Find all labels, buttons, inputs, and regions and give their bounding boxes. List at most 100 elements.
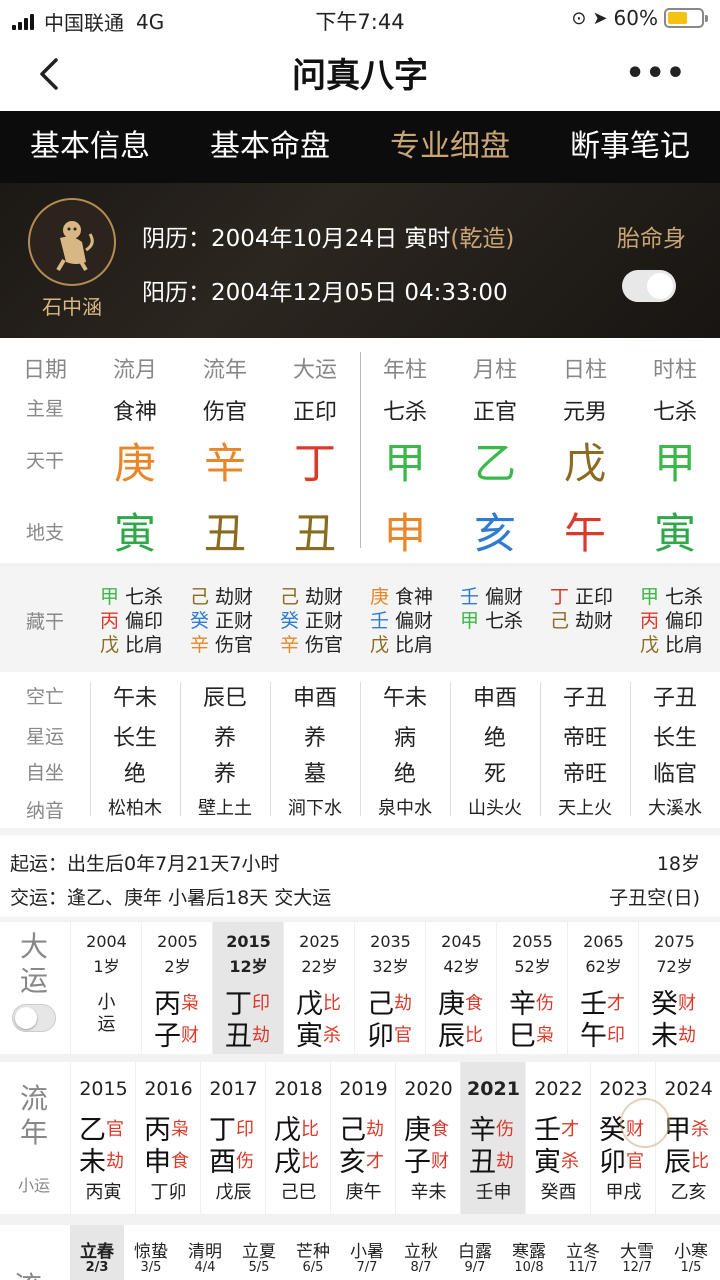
jieqi-item[interactable]: 大雪 12/7 xyxy=(610,1225,664,1280)
canggan-col: 己劫财癸正财辛伤官 xyxy=(190,585,280,657)
dayun-toggle[interactable] xyxy=(12,1004,56,1032)
pillar-gan[interactable]: 辛 xyxy=(180,430,270,491)
gan-shishen: 才 xyxy=(561,1119,579,1140)
jieqi-item[interactable]: 立春 2/3 xyxy=(70,1225,124,1280)
liunian-gan: 辛伤 xyxy=(469,1108,529,1146)
jieqi-item[interactable]: 小寒 1/5 xyxy=(664,1225,718,1280)
jieqi-name: 立春 xyxy=(80,1242,114,1262)
info-table: 空亡 午未 辰巳 申酉 午未 申酉 子丑 子丑 星运 长生养养病绝帝旺 长生 自坐绝养墓绝死帝旺 临官纳… xyxy=(0,672,720,828)
tab-basic-chart[interactable]: 基本命盘 xyxy=(180,111,360,183)
avatar[interactable] xyxy=(28,198,116,286)
jieqi-item[interactable]: 白露 9/7 xyxy=(448,1225,502,1280)
jieqi-name: 白露 xyxy=(458,1242,492,1262)
jieqi-item[interactable]: 清明 4/4 xyxy=(178,1225,232,1280)
pillar-gan[interactable]: 乙 xyxy=(450,430,540,491)
dayun-item[interactable]: 2055 52岁 辛伤 巳枭 xyxy=(496,922,567,1054)
jieqi-item[interactable]: 立秋 8/7 xyxy=(394,1225,448,1280)
canggan-star: 比肩 xyxy=(125,634,164,656)
dayun-item[interactable]: 2025 22岁 戊比 寅杀 xyxy=(283,922,354,1054)
dayun-item[interactable]: 2045 42岁 庚食 辰比 xyxy=(425,922,496,1054)
pillar-zhi[interactable]: 丑 xyxy=(180,500,270,561)
canggan-star: 七杀 xyxy=(125,586,164,608)
watermark-icon xyxy=(620,1098,670,1148)
more-icon[interactable]: ••• xyxy=(625,56,686,91)
jieqi-item[interactable]: 小暑 7/7 xyxy=(340,1225,394,1280)
canggan-gan: 丙 xyxy=(640,610,660,632)
pillar-zhi[interactable]: 寅 xyxy=(90,500,180,561)
row-label-tiangan: 天干 xyxy=(25,450,64,472)
liunian-item[interactable]: 2021 辛伤 丑劫 壬申 xyxy=(460,1062,525,1214)
pillar-zhi[interactable]: 丑 xyxy=(270,500,360,561)
dayun-item[interactable]: 2005 2岁 丙枭 子财 xyxy=(141,922,212,1054)
canggan-star: 劫财 xyxy=(305,586,344,608)
liunian-zhi: 申食 xyxy=(144,1140,204,1178)
jieqi-name: 寒露 xyxy=(512,1242,546,1262)
liunian-zhi: 未劫 xyxy=(79,1140,139,1178)
info-label: 空亡 xyxy=(25,686,64,708)
info-label: 纳音 xyxy=(25,800,64,822)
info-value: 申酉 xyxy=(292,686,337,711)
canggan-star: 伤官 xyxy=(215,634,254,656)
pillar-zhi[interactable]: 午 xyxy=(540,500,630,561)
solar-date-row: 阳历：2004年12月05日 04:33:00 xyxy=(142,273,508,307)
tab-pro-chart[interactable]: 专业细盘 xyxy=(360,111,540,183)
liunian-item[interactable]: 2022 壬才 寅杀 癸酉 xyxy=(525,1062,590,1214)
dayun-item[interactable]: 2004 1岁 小运 xyxy=(70,922,141,1054)
liunian-year: 2019 xyxy=(339,1078,388,1100)
canggan-star: 偏印 xyxy=(125,610,164,632)
liunian-item[interactable]: 2019 己劫 亥才 庚午 xyxy=(330,1062,395,1214)
pillar-zhi[interactable]: 申 xyxy=(360,500,450,561)
canggan-gan: 己 xyxy=(550,610,570,632)
dayun-item[interactable]: 2015 12岁 丁印 丑劫 xyxy=(212,922,283,1054)
jieqi-item[interactable]: 惊蛰 3/5 xyxy=(124,1225,178,1280)
pillar-zhi[interactable]: 亥 xyxy=(450,500,540,561)
canggan-gan: 己 xyxy=(280,586,300,608)
liunian-item[interactable]: 2015 乙官 未劫 丙寅 xyxy=(70,1062,135,1214)
canggan-gan: 己 xyxy=(190,586,210,608)
info-value: 死 xyxy=(483,762,506,787)
pillar-gan[interactable]: 庚 xyxy=(90,430,180,491)
pillar-gan[interactable]: 甲 xyxy=(360,430,450,491)
header-toggle[interactable] xyxy=(622,270,676,302)
dayun-gan: 壬才 xyxy=(580,982,640,1020)
pillar-gan[interactable]: 戊 xyxy=(540,430,630,491)
xiaoyun-label: 小运 xyxy=(17,1176,50,1195)
pillar-star: 七杀 xyxy=(652,400,697,425)
taiming-link[interactable]: 胎命身 xyxy=(617,219,686,253)
zhi-char: 申 xyxy=(144,1147,171,1178)
canggan-gan: 戊 xyxy=(370,634,390,656)
dayun-item[interactable]: 2075 72岁 癸财 未劫 xyxy=(638,922,709,1054)
divider xyxy=(360,682,361,816)
canggan-gan: 戊 xyxy=(100,634,120,656)
canggan-col: 甲七杀丙偏印戊比肩 xyxy=(640,585,720,657)
zhi-char: 寅 xyxy=(296,1021,323,1052)
liunian-item[interactable]: 2018 戊比 戌比 己巳 xyxy=(265,1062,330,1214)
jieqi-item[interactable]: 立冬 11/7 xyxy=(556,1225,610,1280)
jieqi-item[interactable]: 立夏 5/5 xyxy=(232,1225,286,1280)
gan-shishen: 官 xyxy=(106,1119,124,1140)
jieqi-item[interactable]: 寒露 10/8 xyxy=(502,1225,556,1280)
jieqi-date: 3/5 xyxy=(140,1260,162,1275)
tab-notes[interactable]: 断事笔记 xyxy=(540,111,720,183)
dayun-item[interactable]: 2065 62岁 壬才 午印 xyxy=(567,922,638,1054)
dayun-item[interactable]: 2035 32岁 己劫 卯官 xyxy=(354,922,425,1054)
info-value: 壁上土 xyxy=(198,798,252,819)
tab-basic-info[interactable]: 基本信息 xyxy=(0,111,180,183)
canggan-star: 食神 xyxy=(395,586,434,608)
canggan-item: 癸正财 xyxy=(280,609,370,633)
zhi-char: 亥 xyxy=(339,1147,366,1178)
pillar-star: 七杀 xyxy=(382,400,427,425)
liunian-item[interactable]: 2017 丁印 酉伤 戊辰 xyxy=(200,1062,265,1214)
canggan-gan: 甲 xyxy=(100,586,120,608)
liunian-item[interactable]: 2020 庚食 子财 辛未 xyxy=(395,1062,460,1214)
canggan-gan: 癸 xyxy=(190,610,210,632)
jieqi-date: 12/7 xyxy=(622,1260,652,1275)
pillar-zhi[interactable]: 寅 xyxy=(630,500,720,561)
pillar-gan[interactable]: 丁 xyxy=(270,430,360,491)
liunian-zhi: 子财 xyxy=(404,1140,464,1178)
jieqi-item[interactable]: 芒种 6/5 xyxy=(286,1225,340,1280)
liunian-item[interactable]: 2016 丙枭 申食 丁卯 xyxy=(135,1062,200,1214)
pillar-gan[interactable]: 甲 xyxy=(630,430,720,491)
divider xyxy=(540,682,541,816)
canggan-star: 偏财 xyxy=(485,586,524,608)
